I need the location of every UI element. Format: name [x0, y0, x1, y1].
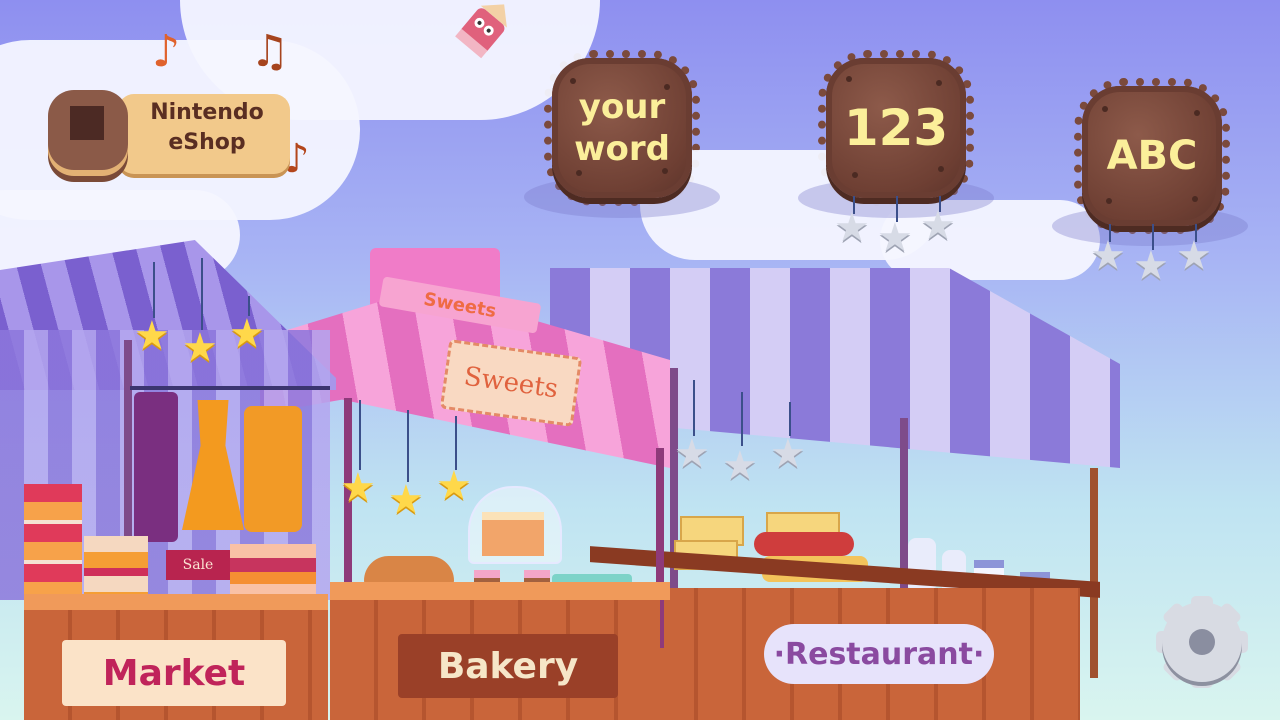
- star-string: [359, 400, 361, 470]
- gray-star-icon: ★: [722, 443, 758, 489]
- sweets-sign-label: Sweets: [462, 361, 560, 405]
- gray-star-icon: ★: [1133, 243, 1169, 289]
- folded-clothes: [230, 544, 316, 600]
- eshop-cookie-icon: [48, 90, 128, 170]
- your-word-line2: word: [574, 129, 670, 169]
- your-word-button[interactable]: your word: [544, 50, 700, 206]
- settings-button[interactable]: [1156, 596, 1248, 688]
- restaurant-label: ·Restaurant·: [773, 636, 985, 672]
- clothes-rack: [130, 386, 330, 390]
- pants-icon: [134, 392, 178, 542]
- eshop-label-line2: eShop: [168, 130, 246, 155]
- counter-top: [24, 594, 328, 610]
- numbers-button[interactable]: 123: [818, 50, 974, 206]
- eshop-square-icon: [70, 106, 104, 140]
- gold-star-icon: ★: [229, 311, 265, 357]
- market-sign: Market: [62, 640, 286, 706]
- market-stall[interactable]: Sale Market: [0, 240, 340, 720]
- gray-star-icon: ★: [770, 431, 806, 477]
- stall-pole: [1090, 468, 1098, 678]
- folded-clothes: [84, 536, 148, 596]
- gear-icon: [1162, 602, 1242, 682]
- bakery-label: Bakery: [437, 645, 579, 687]
- your-word-line1: your: [578, 87, 666, 127]
- restaurant-sign: ·Restaurant·: [764, 624, 994, 684]
- sale-tag-label: Sale: [182, 557, 214, 573]
- vest-icon: [244, 406, 302, 532]
- star-string: [153, 262, 155, 318]
- gold-star-icon: ★: [388, 477, 424, 523]
- gray-star-icon: ★: [877, 215, 913, 261]
- gray-star-icon: ★: [834, 205, 870, 251]
- sausage-roll: [754, 532, 854, 556]
- numbers-label: 123: [843, 99, 949, 157]
- pencil-character-icon: [446, 2, 516, 62]
- counter-top: [330, 582, 670, 600]
- market-label: Market: [102, 652, 246, 694]
- gold-star-icon: ★: [134, 313, 170, 359]
- your-word-label: your word: [574, 86, 670, 170]
- eshop-label: Nintendo eShop: [132, 98, 282, 158]
- star-string: [201, 258, 203, 330]
- folded-clothes: [24, 484, 82, 594]
- sale-tag: Sale: [166, 550, 230, 580]
- star-string: [741, 392, 743, 446]
- eshop-label-line1: Nintendo: [150, 100, 264, 125]
- cake-icon: [482, 512, 544, 556]
- letters-label: ABC: [1106, 133, 1198, 179]
- eshop-button[interactable]: Nintendo eShop: [48, 86, 292, 182]
- gray-star-icon: ★: [1176, 233, 1212, 279]
- star-string: [407, 410, 409, 482]
- gold-star-icon: ★: [436, 463, 472, 509]
- star-string: [455, 416, 457, 470]
- music-note-icon: ♪: [152, 26, 181, 77]
- music-note-icon: ♫: [250, 26, 290, 77]
- gold-star-icon: ★: [182, 325, 218, 371]
- star-string: [693, 380, 695, 436]
- bakery-sign: Bakery: [398, 634, 618, 698]
- letters-button[interactable]: ABC: [1074, 78, 1230, 234]
- gold-star-icon: ★: [340, 465, 376, 511]
- gray-star-icon: ★: [920, 203, 956, 249]
